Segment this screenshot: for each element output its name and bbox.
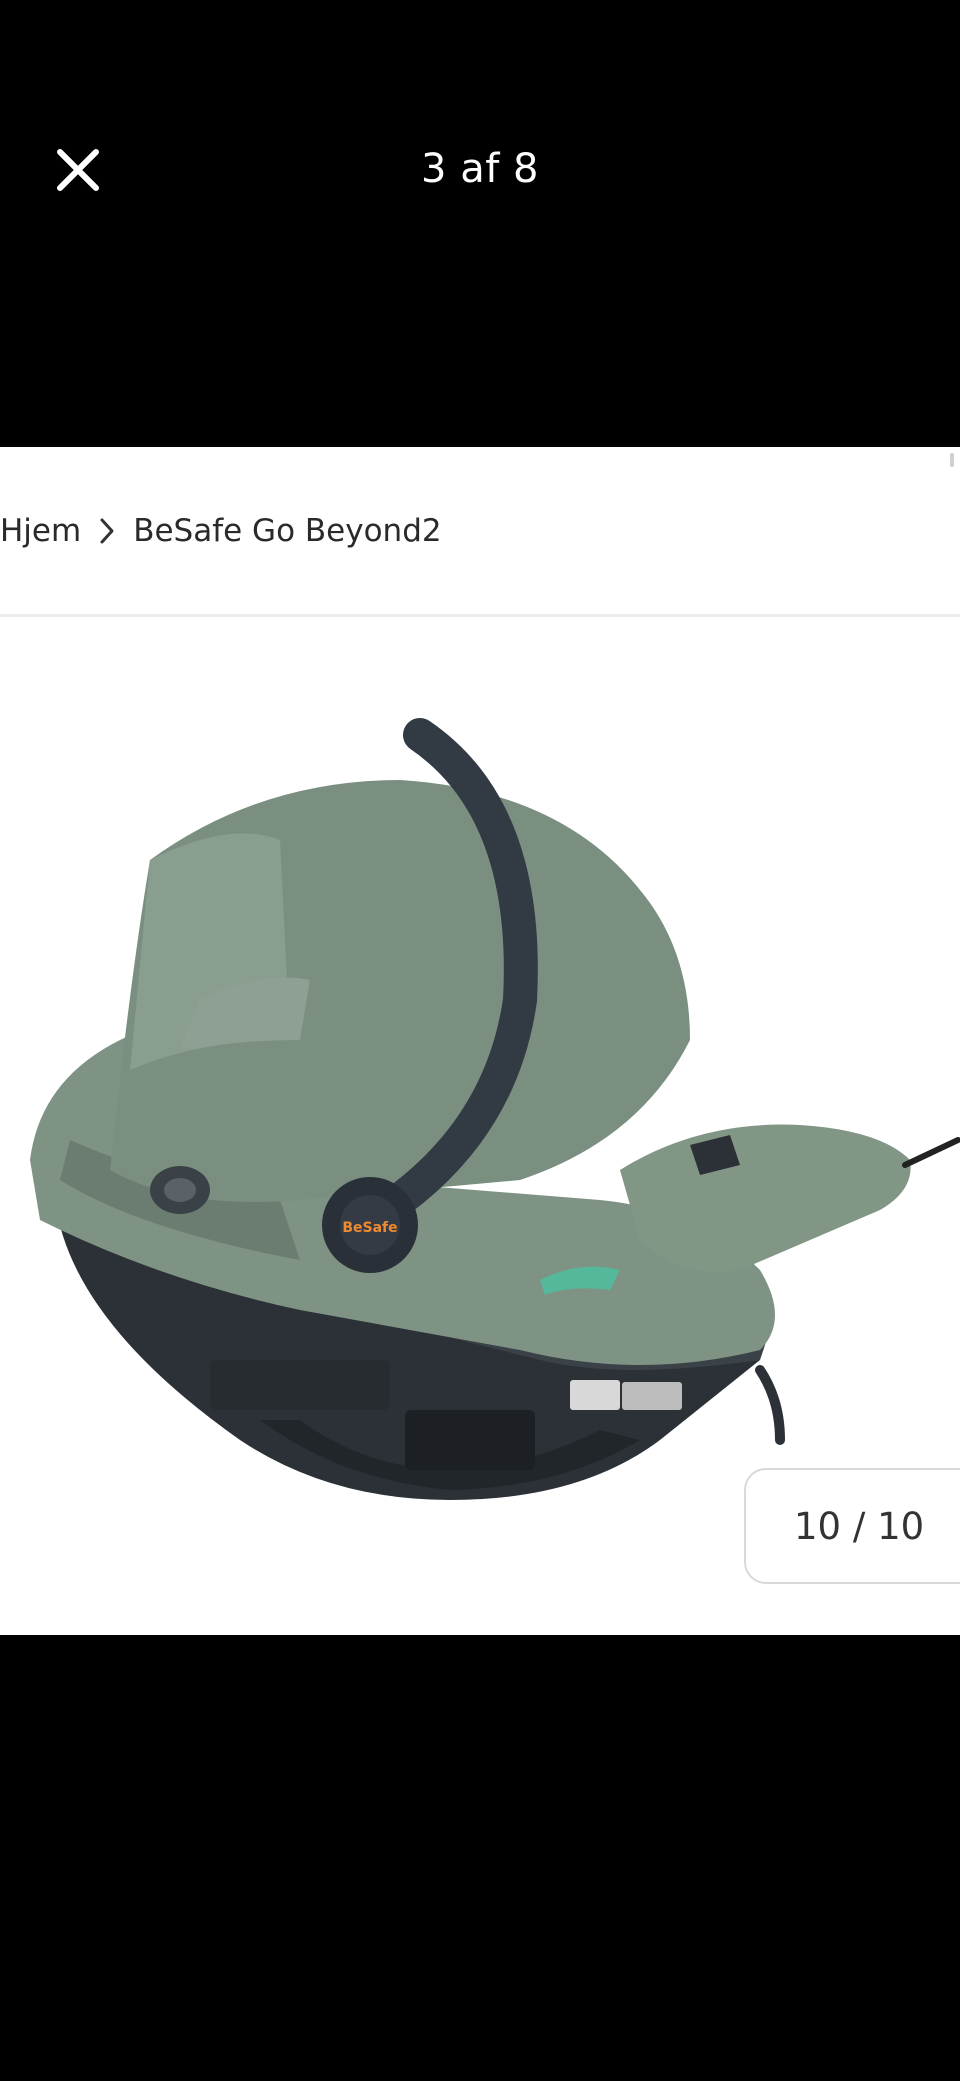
pager-text: 10 / 10 [794, 1504, 925, 1548]
breadcrumb: Hjem BeSafe Go Beyond2 [0, 447, 960, 617]
viewer-top-bar: 3 af 8 [0, 0, 960, 340]
strap [902, 1137, 960, 1168]
image-viewer: 3 af 8 Hjem BeSafe Go Beyond2 BeSafe 10 … [0, 0, 960, 2081]
label-sticker [210, 1360, 390, 1410]
breadcrumb-current: BeSafe Go Beyond2 [133, 512, 442, 549]
qr-sticker [570, 1380, 620, 1410]
breadcrumb-home-link[interactable]: Hjem [0, 513, 81, 549]
image-counter: 3 af 8 [421, 146, 539, 192]
gallery-pager: 10 / 10 [744, 1468, 960, 1584]
latch-panel [405, 1410, 535, 1470]
barcode-sticker [622, 1382, 682, 1410]
chevron-right-icon [81, 511, 133, 551]
screenshot-image: Hjem BeSafe Go Beyond2 BeSafe 10 / 10 [0, 447, 960, 1635]
besafe-logo: BeSafe [342, 1220, 397, 1236]
leg-cover [620, 1124, 911, 1272]
rebound-bar [755, 1365, 785, 1445]
